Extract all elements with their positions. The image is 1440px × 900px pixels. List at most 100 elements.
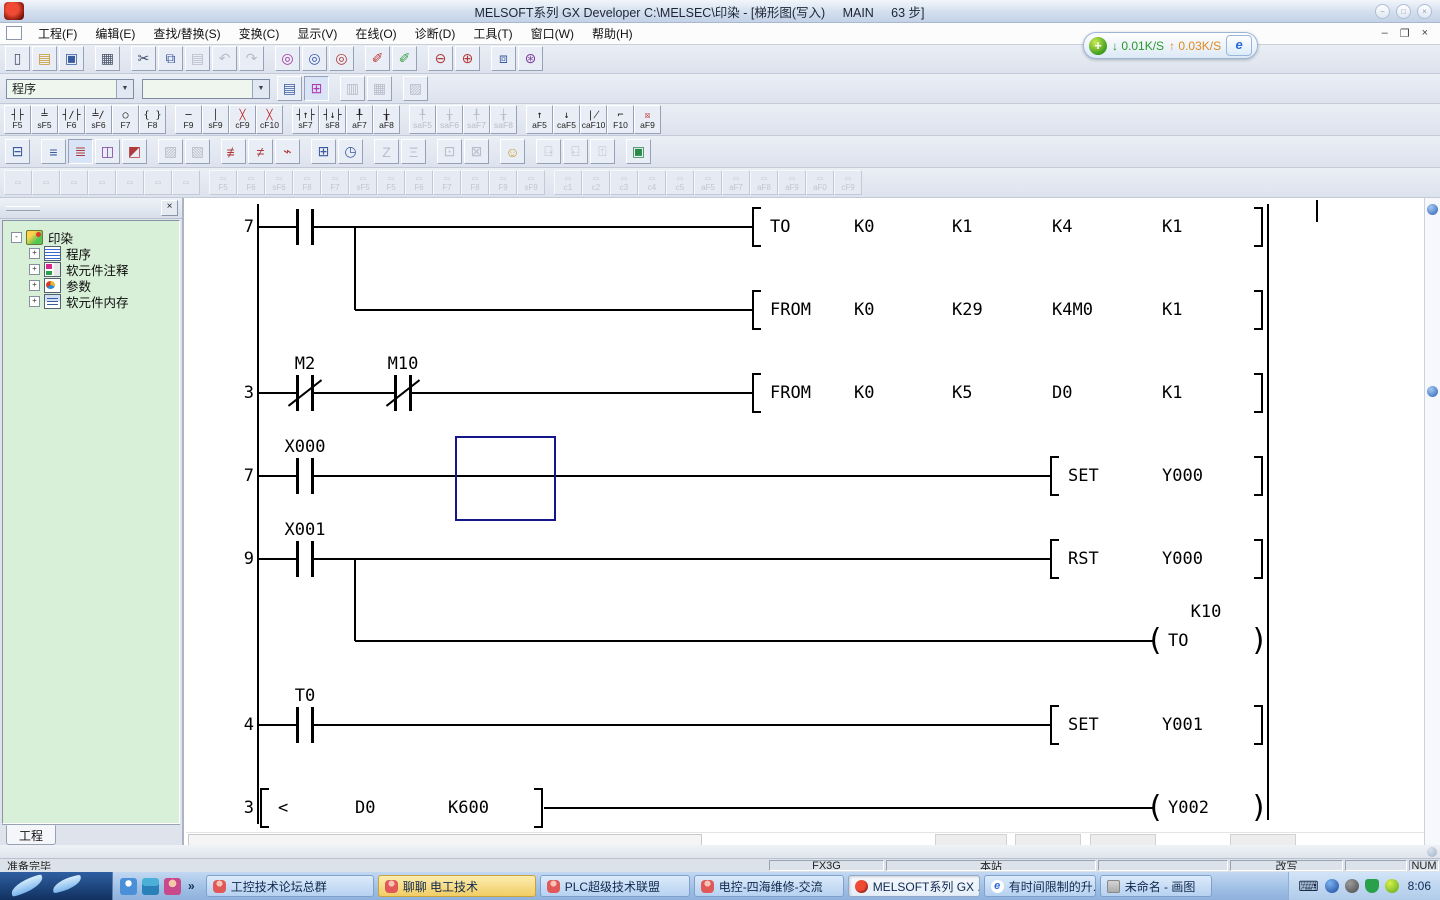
child-window-icon[interactable] [6, 26, 22, 40]
tree-expander[interactable]: + [29, 248, 40, 259]
std-project-data-button[interactable]: ⊛ [518, 46, 543, 71]
taskbar-button-3[interactable]: 电控-四海维修-交流 [694, 875, 844, 897]
ladder-symbol-F9-button[interactable]: ─F9 [175, 105, 202, 134]
prog-monitor-box-button[interactable]: ▣ [626, 139, 651, 164]
menu-item-6[interactable]: 诊断(D) [406, 22, 465, 45]
ladder-symbol-F6-button[interactable]: ┤∕├F6 [58, 105, 85, 134]
std-zoom-in-button[interactable]: ⊕ [455, 46, 480, 71]
resize-corner[interactable] [1427, 847, 1437, 857]
ladder-symbol-F7-button[interactable]: ○F7 [112, 105, 139, 134]
data-name-combo[interactable]: ▼ [142, 79, 270, 99]
taskbar-button-6[interactable]: 未命名 - 画图 [1100, 875, 1212, 897]
input-method-keyboard-icon[interactable]: ⌨ [1298, 873, 1318, 899]
taskbar-button-0[interactable]: 工控技术论坛总群 [206, 875, 374, 897]
tray-network-icon[interactable] [1325, 879, 1339, 893]
ladder-symbol-caF10-button[interactable]: ∤caF10 [580, 105, 607, 134]
ladder-symbol-caF5-button[interactable]: ↓caF5 [553, 105, 580, 134]
ladder-symbol-F8-button[interactable]: { }F8 [139, 105, 166, 134]
tree-item-3[interactable]: +软元件内存 [3, 293, 179, 309]
tree-close-button[interactable]: × [161, 200, 178, 216]
ie-browser-icon[interactable]: e [1226, 35, 1252, 56]
std-new-button[interactable]: ▯ [5, 46, 30, 71]
data-parameter-button[interactable]: ▤ [277, 76, 302, 101]
ladder-symbol-sF7-button[interactable]: ┤↑├sF7 [292, 105, 319, 134]
std-find-button[interactable]: ◎ [275, 46, 300, 71]
ladder-editor-canvas[interactable]: M80007TOK0K1K4K1FROMK0K29K4M0K13M2M10FRO… [186, 198, 1424, 832]
window-minimize-button[interactable]: − [1375, 4, 1390, 19]
net-speed-widget[interactable]: + ↓ 0.01K/S ↑ 0.03K/S e [1083, 32, 1258, 59]
ladder-symbol-sF8-button[interactable]: ┤↓├sF8 [319, 105, 346, 134]
prog-device-memory-button[interactable]: ⊞ [311, 139, 336, 164]
menu-item-9[interactable]: 帮助(H) [583, 22, 642, 45]
tree-expander[interactable]: + [29, 296, 40, 307]
ladder-symbol-aF5-button[interactable]: ↑aF5 [526, 105, 553, 134]
chevron-down-icon[interactable]: ▼ [252, 80, 269, 98]
tray-updater-icon[interactable] [1385, 879, 1399, 893]
ladder-symbol-F10-button[interactable]: ⌐F10 [607, 105, 634, 134]
accelerator-ball-icon[interactable]: + [1089, 37, 1107, 55]
scroll-up-icon[interactable] [1427, 204, 1438, 215]
menu-item-4[interactable]: 显示(V) [288, 22, 346, 45]
tree-expander[interactable]: - [11, 232, 22, 243]
std-find-device-button[interactable]: ◎ [302, 46, 327, 71]
std-print-button[interactable]: ▦ [95, 46, 120, 71]
prog-comment-display-button[interactable]: ⊟ [5, 139, 30, 164]
std-zoom-out-button[interactable]: ⊖ [428, 46, 453, 71]
prog-clock-button[interactable]: ◷ [338, 139, 363, 164]
ladder-symbol-aF7-button[interactable]: ╀aF7 [346, 105, 373, 134]
ladder-symbol-F5-button[interactable]: ┤├F5 [4, 105, 31, 134]
horizontal-scrollbar[interactable] [186, 832, 1424, 846]
prog-ladder-edit1-button[interactable]: ≢ [221, 139, 246, 164]
quick-launch-notes-icon[interactable] [142, 878, 159, 895]
taskbar-button-2[interactable]: PLC超级技术联盟 [540, 875, 690, 897]
data-type-combo[interactable]: 程序 ▼ [6, 79, 134, 99]
data-project-tree-button[interactable]: ⊞ [304, 76, 329, 101]
tree-expander[interactable]: + [29, 280, 40, 291]
quick-launch-messenger-icon[interactable] [120, 878, 137, 895]
ladder-symbol-sF9-button[interactable]: │sF9 [202, 105, 229, 134]
prog-device-test-button[interactable]: ◩ [122, 139, 147, 164]
ladder-symbol-sF6-button[interactable]: ╧∕sF6 [85, 105, 112, 134]
child-close-button[interactable]: × [1422, 27, 1428, 40]
vertical-scrollbar[interactable] [1424, 198, 1440, 845]
ladder-symbol-cF10-button[interactable]: ╳cF10 [256, 105, 283, 134]
menu-item-8[interactable]: 窗口(W) [522, 22, 583, 45]
quick-launch-contact-icon[interactable] [164, 878, 181, 895]
menu-item-1[interactable]: 编辑(E) [86, 22, 144, 45]
tray-security-icon[interactable] [1365, 879, 1379, 893]
tree-expander[interactable]: + [29, 264, 40, 275]
std-save-button[interactable]: ▣ [59, 46, 84, 71]
child-minimize-button[interactable]: – [1382, 27, 1388, 40]
quick-launch-expand-icon[interactable]: » [186, 879, 197, 893]
ladder-symbol-aF9-button[interactable]: ☒aF9 [634, 105, 661, 134]
prog-ladder-edit2-button[interactable]: ≠ [248, 139, 273, 164]
project-tree[interactable]: -印染+程序+软元件注释+参数+软元件内存 [2, 220, 180, 824]
window-close-button[interactable]: × [1417, 4, 1432, 19]
std-find-instruction-button[interactable]: ◎ [329, 46, 354, 71]
chevron-down-icon[interactable]: ▼ [116, 80, 133, 98]
menu-item-3[interactable]: 变换(C) [230, 22, 289, 45]
scroll-thumb[interactable] [1427, 386, 1438, 397]
tab-project[interactable]: 工程 [6, 825, 56, 845]
taskbar-button-1[interactable]: 聊聊 电工技术 [378, 875, 536, 897]
std-open-button[interactable]: ▤ [32, 46, 57, 71]
std-monitor-mode-button[interactable]: ✐ [392, 46, 417, 71]
std-cut-button[interactable]: ✂ [131, 46, 156, 71]
std-cascade-button[interactable]: ⧈ [491, 46, 516, 71]
prog-note-button[interactable]: ≣ [68, 139, 93, 164]
taskbar-button-4[interactable]: MELSOFT系列 GX ... [848, 875, 980, 897]
prog-ladder-edit3-button[interactable]: ⌁ [275, 139, 300, 164]
ladder-symbol-sF5-button[interactable]: ╧sF5 [31, 105, 58, 134]
ladder-symbol-cF9-button[interactable]: ╳cF9 [229, 105, 256, 134]
child-restore-button[interactable]: ❐ [1400, 27, 1410, 40]
prog-help-assist-button[interactable]: ☺ [500, 139, 525, 164]
window-restore-button[interactable]: □ [1396, 4, 1411, 19]
std-copy-button[interactable]: ⧉ [158, 46, 183, 71]
ladder-symbol-aF8-button[interactable]: ╁aF8 [373, 105, 400, 134]
tray-volume-icon[interactable] [1345, 879, 1359, 893]
panel-grip[interactable] [6, 206, 40, 211]
menu-item-7[interactable]: 工具(T) [464, 22, 521, 45]
menu-item-5[interactable]: 在线(O) [346, 22, 405, 45]
menu-item-0[interactable]: 工程(F) [29, 22, 86, 45]
prog-device-find-button[interactable]: ◫ [95, 139, 120, 164]
